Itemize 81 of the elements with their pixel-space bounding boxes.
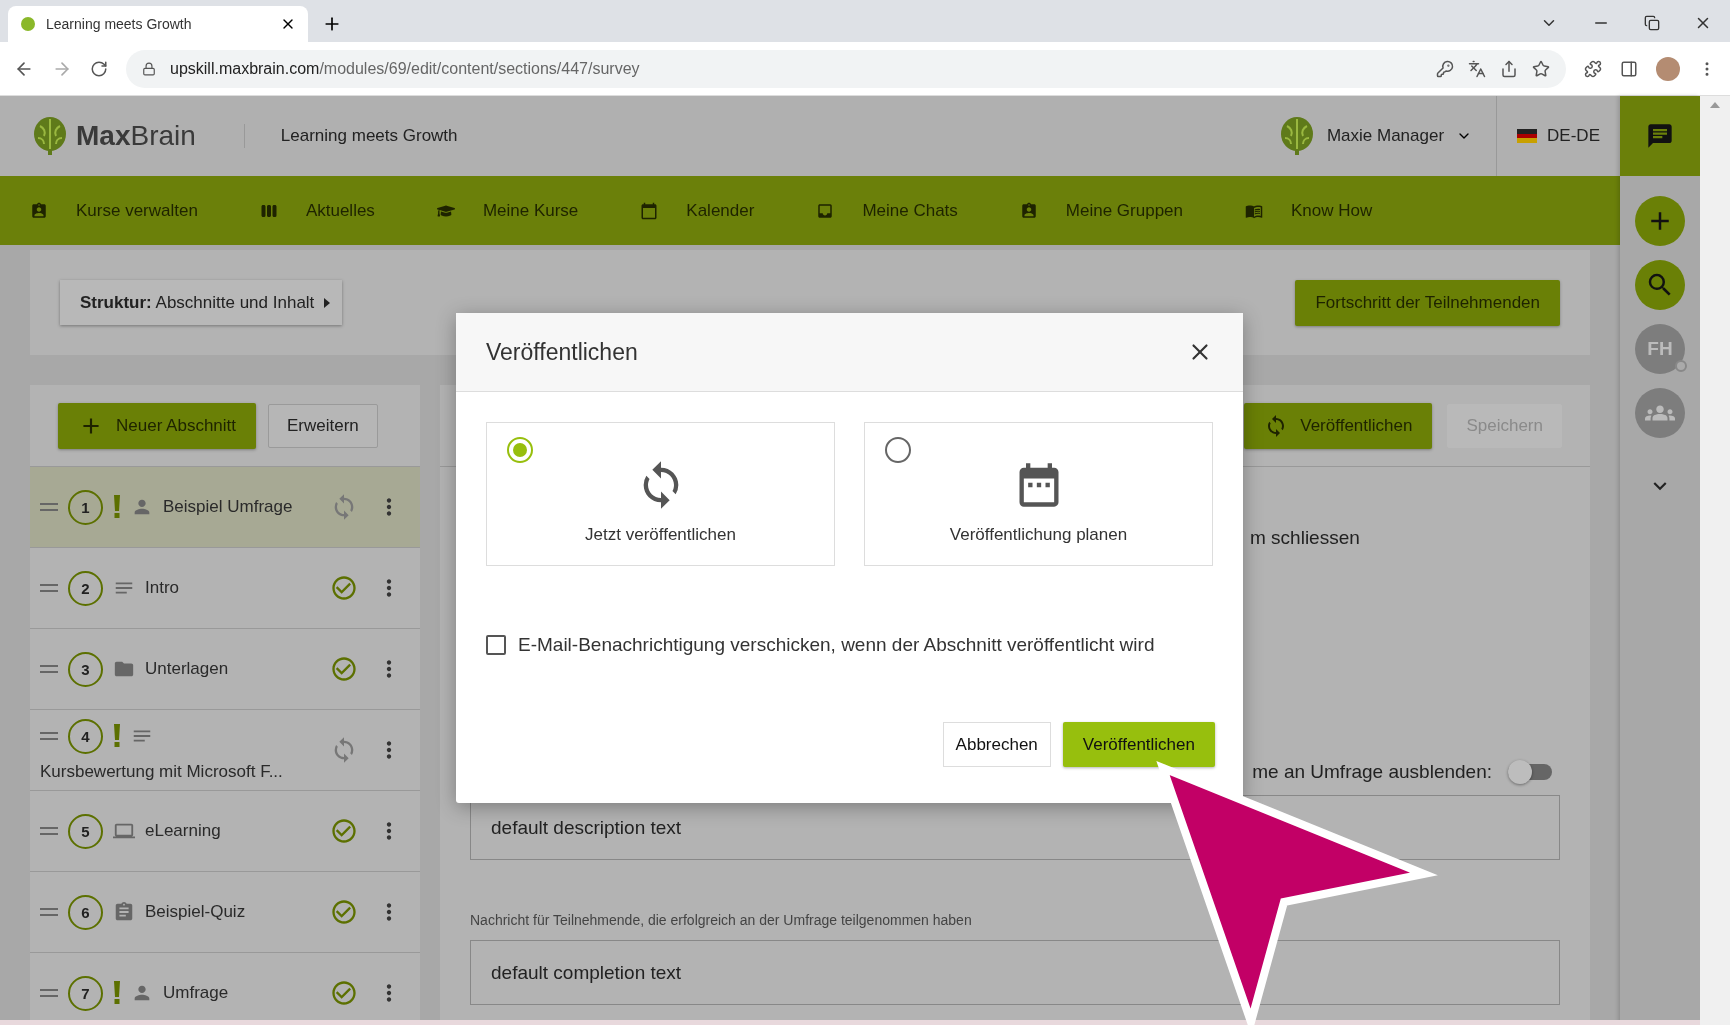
section-title: Beispiel-Quiz <box>145 902 246 922</box>
address-bar[interactable]: upskill.maxbrain.com/modules/69/edit/content/sections/447/survey <box>126 49 1566 88</box>
publish-button[interactable]: Veröffentlichen <box>1244 402 1433 449</box>
progress-button[interactable]: Fortschritt der Teilnehmenden <box>1295 279 1560 326</box>
lock-icon <box>142 61 156 76</box>
structure-button[interactable]: Struktur: Abschnitte und Inhalt <box>60 280 343 325</box>
section-number: 3 <box>68 651 103 687</box>
new-section-button[interactable]: Neuer Abschnitt <box>58 402 256 449</box>
add-button[interactable] <box>1635 196 1685 246</box>
section-row[interactable]: 1 Beispiel Umfrage <box>30 467 420 548</box>
radio-button[interactable] <box>885 437 911 463</box>
calendar-icon <box>640 201 659 220</box>
restore-icon[interactable] <box>1644 15 1660 31</box>
id-card-icon <box>30 201 48 220</box>
section-number: 1 <box>68 489 103 525</box>
flag-icon <box>1517 129 1538 143</box>
chat-icon <box>1646 122 1674 150</box>
star-icon[interactable] <box>1532 59 1550 78</box>
url-text: upskill.maxbrain.com/modules/69/edit/content/sections/447/survey <box>170 59 641 78</box>
key-icon[interactable] <box>1436 59 1454 78</box>
expand-button[interactable]: Erweitern <box>268 403 378 448</box>
section-title: Intro <box>145 578 180 598</box>
document-icon <box>113 901 135 923</box>
partial-label: m schliessen <box>1250 527 1360 549</box>
option-label: Jetzt veröffentlichen <box>585 525 736 545</box>
app-title: Learning meets Growth <box>280 126 458 146</box>
caret-icon <box>324 297 331 308</box>
browser-tab[interactable]: Learning meets Growth <box>8 6 308 42</box>
drag-handle-icon[interactable] <box>40 502 58 512</box>
checkbox-label: E-Mail-Benachrichtigung verschicken, wenn der Abschnitt veröffentlicht wird <box>518 634 1155 656</box>
language-selector[interactable]: DE-DE <box>1537 126 1620 146</box>
scrollbar[interactable] <box>1700 96 1730 1025</box>
section-title: Beispiel Umfrage <box>163 497 293 517</box>
cancel-button[interactable]: Abbrechen <box>942 722 1051 767</box>
section-title: eLearning <box>145 821 221 841</box>
publish-button[interactable]: Veröffentlichen <box>1062 722 1215 767</box>
logo-text: MaxBrain <box>76 120 196 152</box>
nav-item[interactable]: Meine Kurse <box>416 176 621 245</box>
drag-handle-icon[interactable] <box>40 907 58 917</box>
share-icon[interactable] <box>1500 59 1518 78</box>
nav-item[interactable]: Kurse verwalten <box>10 176 240 245</box>
tab-title: Learning meets Growth <box>46 16 193 32</box>
nav-item[interactable]: Meine Gruppen <box>999 176 1225 245</box>
publish-option[interactable]: Veröffentlichung planen <box>864 422 1213 566</box>
translate-icon[interactable] <box>1468 59 1486 78</box>
brain-favicon-icon <box>20 16 36 32</box>
section-number: 6 <box>68 894 103 930</box>
side-panel-icon[interactable] <box>1620 59 1638 78</box>
section-title: Umfrage <box>163 983 229 1003</box>
checkbox[interactable] <box>486 635 506 655</box>
brain-logo-icon <box>1278 116 1315 156</box>
nav-item[interactable]: Know How <box>1225 176 1415 245</box>
nav-item[interactable]: Kalender <box>620 176 797 245</box>
drag-handle-icon[interactable] <box>40 731 58 741</box>
section-number: 5 <box>68 813 103 849</box>
toggle-label: me an Umfrage ausblenden: <box>1252 761 1492 783</box>
drag-handle-icon[interactable] <box>40 988 58 998</box>
reload-icon[interactable] <box>90 59 108 78</box>
option-label: Veröffentlichung planen <box>949 525 1128 545</box>
drag-handle-icon[interactable] <box>40 826 58 836</box>
section-title: Kursbewertung mit Microsoft F... <box>40 761 284 782</box>
completion-field[interactable]: default completion text <box>470 940 1560 1005</box>
inbox-icon <box>816 201 835 220</box>
chat-button[interactable] <box>1620 96 1700 176</box>
drag-handle-icon[interactable] <box>40 664 58 674</box>
profile-avatar[interactable] <box>1656 56 1680 81</box>
brain-logo-icon <box>32 116 68 156</box>
nav-item[interactable]: Aktuelles <box>239 176 417 245</box>
section-number: 2 <box>68 570 103 606</box>
search-button[interactable] <box>1635 260 1685 310</box>
field-label: Nachricht für Teilnehmende, die erfolgreich an der Umfrage teilgenommen haben <box>470 912 972 928</box>
section-number: 4 <box>68 718 103 754</box>
id-card-icon <box>1019 201 1038 220</box>
extension-icon[interactable] <box>1584 59 1602 78</box>
radio-button[interactable] <box>507 437 533 463</box>
dialog-title: Veröffentlichen <box>486 338 638 366</box>
section-title: Unterlagen <box>145 659 229 679</box>
section-number: 7 <box>68 975 103 1011</box>
drag-handle-icon[interactable] <box>40 583 58 593</box>
publish-option[interactable]: Jetzt veröffentlichen <box>486 422 835 566</box>
nav-item[interactable]: Meine Chats <box>796 176 1000 245</box>
